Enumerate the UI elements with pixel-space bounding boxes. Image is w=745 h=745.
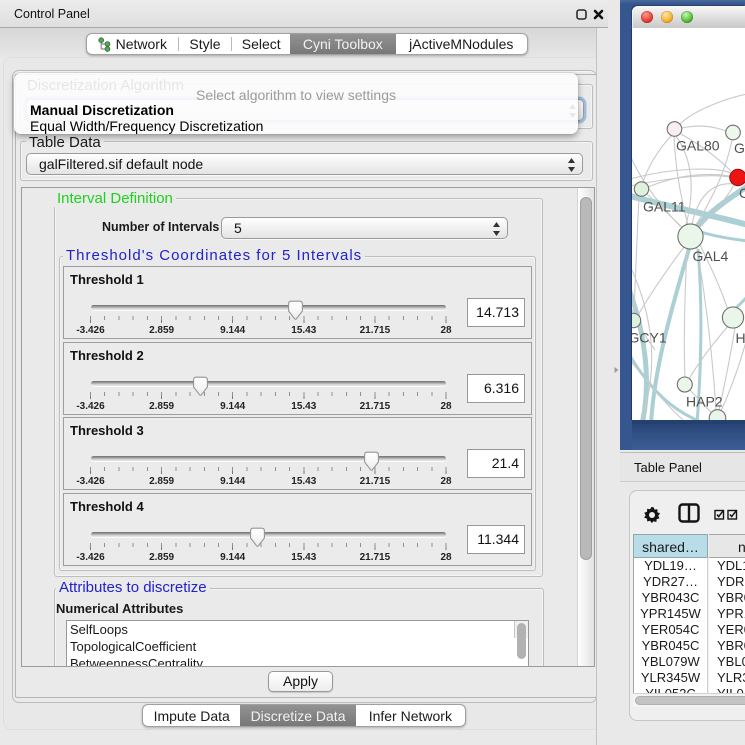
svg-text:GAL80: GAL80 bbox=[676, 138, 720, 154]
svg-text:GAL4: GAL4 bbox=[693, 248, 729, 264]
svg-text:GA: GA bbox=[734, 140, 745, 156]
svg-text:C: C bbox=[739, 185, 745, 201]
svg-text:H: H bbox=[736, 330, 745, 346]
svg-text:HAP2: HAP2 bbox=[686, 394, 723, 410]
svg-text:GCY1: GCY1 bbox=[632, 330, 667, 346]
svg-text:GAL11: GAL11 bbox=[643, 199, 686, 215]
